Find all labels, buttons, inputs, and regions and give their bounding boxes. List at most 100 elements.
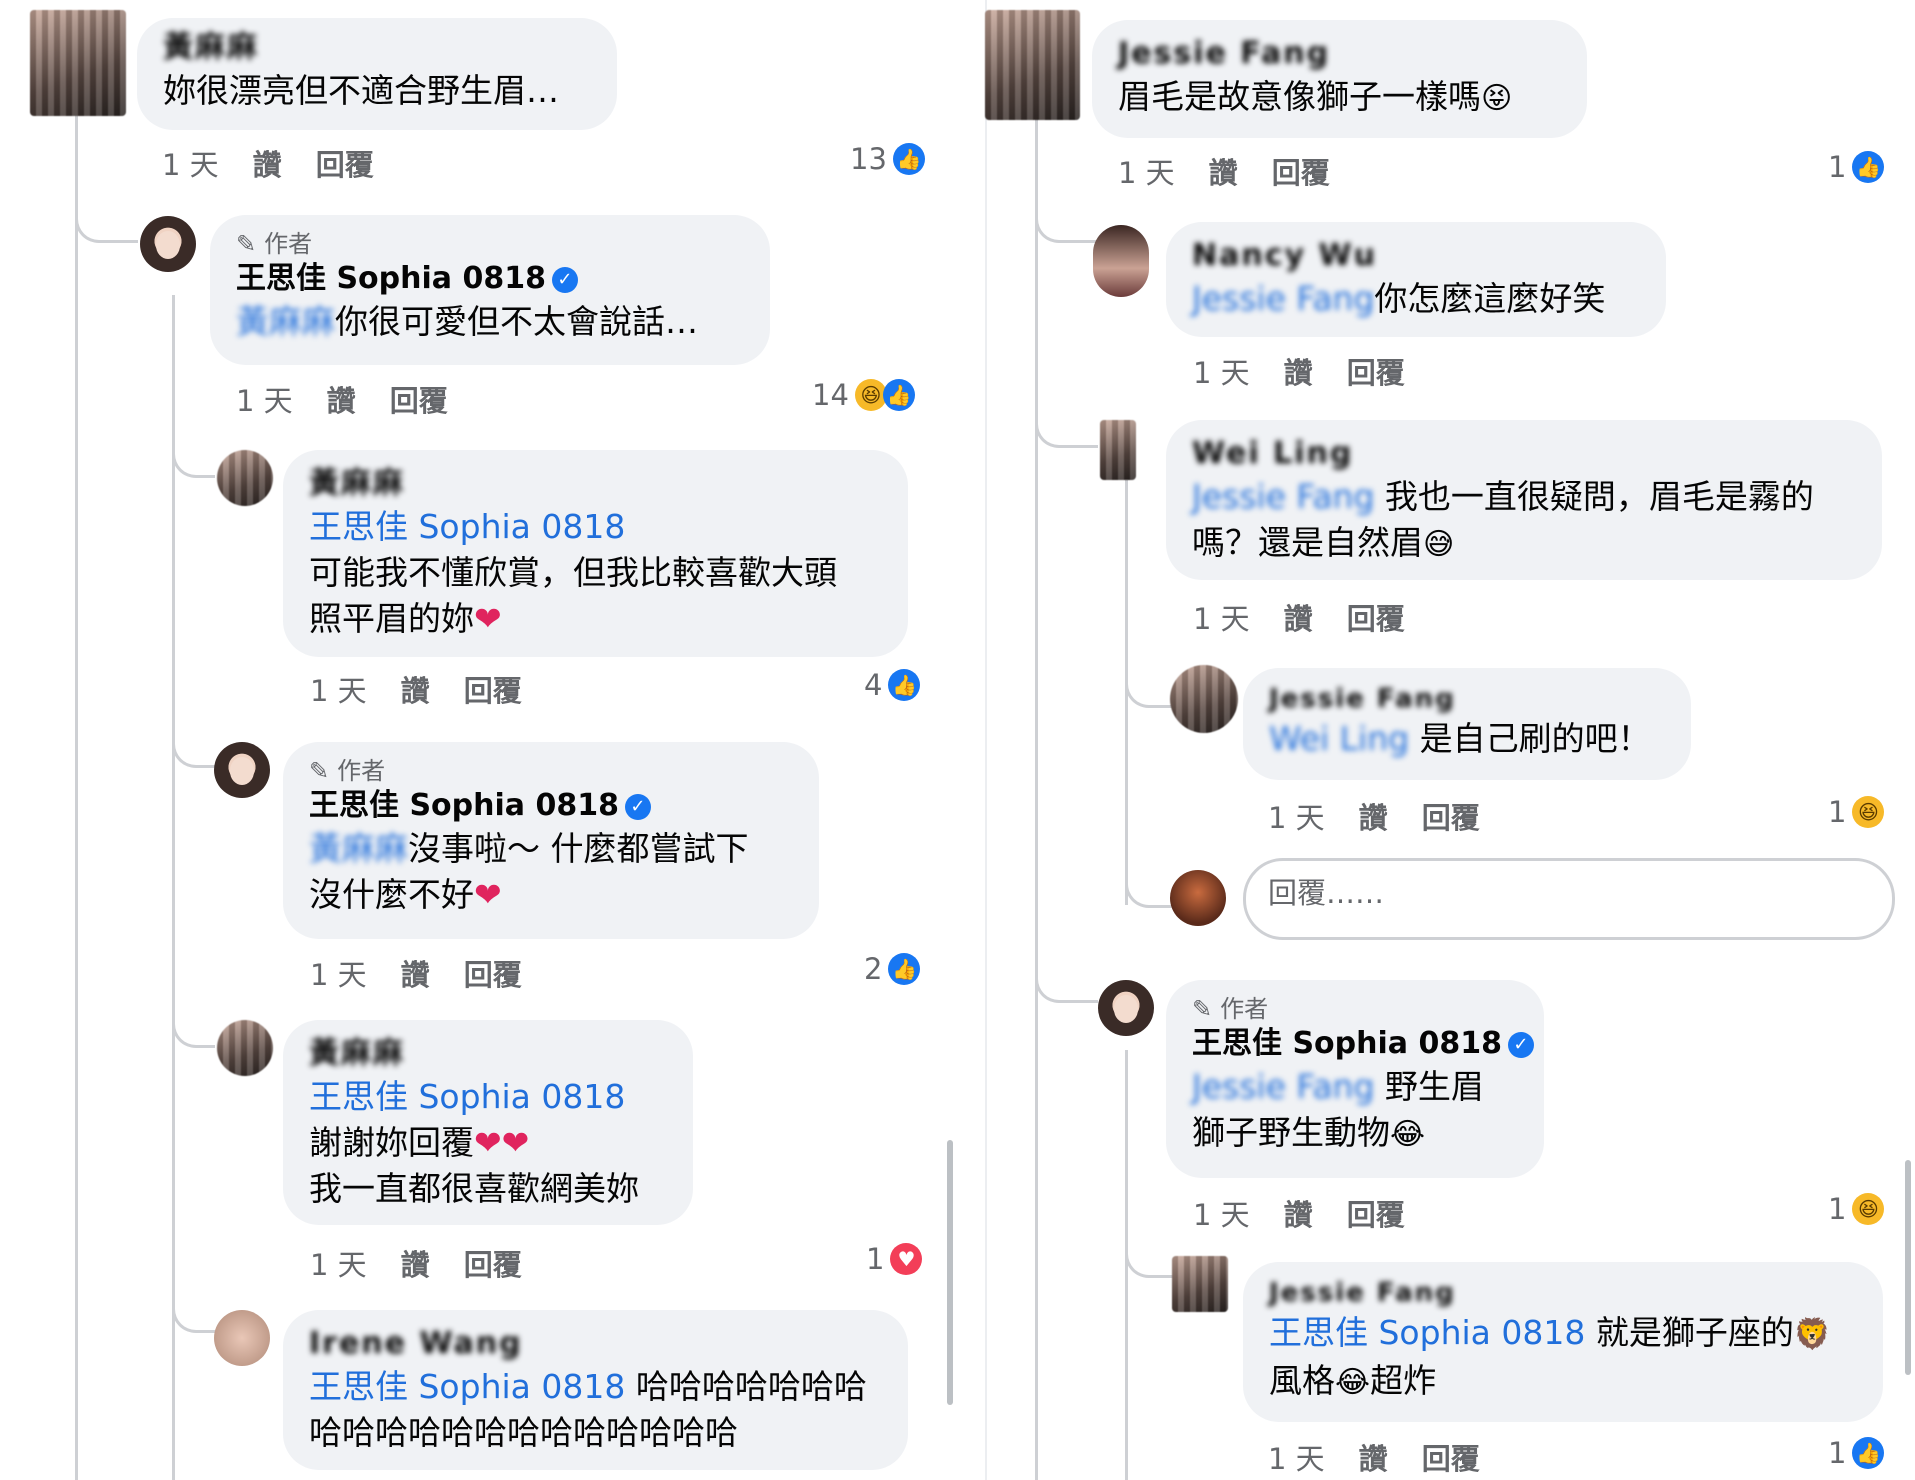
comment-bubble: 黃麻麻 王思佳 Sophia 0818 可能我不懂欣賞，但我比較喜歡大頭 照平眉… — [283, 450, 908, 657]
reply-button[interactable]: 回覆 — [1272, 150, 1330, 192]
comment-bubble: ✎ 作者 王思佳 Sophia 0818 ✓ Jessie Fang 野生眉 獅子野… — [1166, 980, 1544, 1178]
commenter-name[interactable]: 王思佳 Sophia 0818 ✓ — [309, 786, 793, 826]
reply-button[interactable]: 回覆 — [464, 668, 522, 710]
avatar[interactable] — [1100, 420, 1136, 480]
mention-link[interactable]: Jessie Fang — [1192, 477, 1374, 516]
thread-connector — [1035, 940, 1098, 1003]
reply-button[interactable]: 回覆 — [316, 142, 374, 184]
comment-text-line: 沒事啦～ 什麼都嘗試下 — [408, 829, 749, 868]
like-button[interactable]: 讚 — [1284, 350, 1313, 392]
commenter-name[interactable]: Jessie Fang — [1269, 682, 1665, 716]
avatar[interactable] — [1172, 1256, 1228, 1312]
mention-link[interactable]: 王思佳 Sophia 0818 — [309, 1074, 667, 1120]
avatar[interactable] — [1093, 225, 1149, 297]
haha-reaction-icon: 😆 — [1852, 1193, 1885, 1225]
mention-link[interactable]: 黃麻麻 — [236, 302, 335, 341]
reaction-count[interactable]: 1 👍 — [1828, 1436, 1885, 1470]
avatar[interactable] — [1098, 980, 1154, 1036]
laughing-tears-emoji-icon: 😂 — [1390, 1117, 1426, 1152]
commenter-name[interactable]: 王思佳 Sophia 0818 ✓ — [1192, 1024, 1534, 1064]
timestamp[interactable]: 1 天 — [236, 378, 293, 420]
comment-bubble: Irene Wang 王思佳 Sophia 0818 哈哈哈哈哈哈哈 哈哈哈哈哈… — [283, 1310, 908, 1470]
current-user-avatar[interactable] — [1170, 870, 1226, 926]
mention-link[interactable]: Jessie Fang — [1192, 1067, 1374, 1106]
mention-link[interactable]: 王思佳 Sophia 0818 — [1269, 1313, 1585, 1352]
avatar[interactable] — [214, 1310, 270, 1366]
mention-link[interactable]: 王思佳 Sophia 0818 — [309, 1367, 625, 1406]
laughing-tears-emoji-icon: 😂 — [1335, 1365, 1371, 1400]
avatar[interactable] — [1170, 665, 1238, 733]
reply-button[interactable]: 回覆 — [464, 1242, 522, 1284]
timestamp[interactable]: 1 天 — [1268, 795, 1325, 837]
mention-link[interactable]: 黃麻麻 — [309, 829, 408, 868]
commenter-name[interactable]: Irene Wang — [309, 1324, 882, 1364]
reply-button[interactable]: 回覆 — [1347, 1192, 1405, 1234]
like-button[interactable]: 讚 — [1284, 596, 1313, 638]
thread-connector — [172, 420, 215, 478]
like-reaction-icon: 👍 — [882, 379, 915, 411]
avatar[interactable] — [30, 10, 126, 116]
like-button[interactable]: 讚 — [253, 142, 282, 184]
timestamp[interactable]: 1 天 — [1193, 350, 1250, 392]
reaction-count[interactable]: 1 ♥ — [866, 1242, 923, 1276]
timestamp[interactable]: 1 天 — [162, 142, 219, 184]
like-button[interactable]: 讚 — [1359, 1436, 1388, 1478]
reaction-count[interactable]: 14 😆 👍 — [812, 378, 915, 412]
timestamp[interactable]: 1 天 — [310, 1242, 367, 1284]
reply-input-placeholder: 回覆…… — [1268, 876, 1385, 910]
scrollbar[interactable] — [947, 1140, 953, 1405]
like-button[interactable]: 讚 — [1209, 150, 1238, 192]
timestamp[interactable]: 1 天 — [1118, 150, 1175, 192]
comment-text-line: 照平眉的妳 — [309, 599, 474, 638]
mention-link[interactable]: 王思佳 Sophia 0818 — [309, 504, 882, 550]
reaction-count[interactable]: 13 👍 — [850, 142, 925, 176]
scrollbar[interactable] — [1905, 1160, 1911, 1375]
mention-link[interactable]: Jessie Fang — [1192, 279, 1374, 318]
commenter-name[interactable]: 王思佳 Sophia 0818 ✓ — [236, 259, 744, 299]
reaction-count[interactable]: 1 😆 — [1828, 795, 1885, 829]
mention-link[interactable]: Wei Ling — [1269, 719, 1409, 758]
like-reaction-icon: 👍 — [888, 953, 921, 985]
comment-text-line: 超炸 — [1370, 1361, 1437, 1400]
commenter-name[interactable]: 黃麻麻 — [309, 1034, 667, 1074]
commenter-name[interactable]: 黃麻麻 — [309, 464, 882, 504]
reply-button[interactable]: 回覆 — [390, 378, 448, 420]
timestamp[interactable]: 1 天 — [310, 952, 367, 994]
comment-text-line: 哈哈哈哈哈哈哈 — [635, 1367, 867, 1406]
reaction-count[interactable]: 4 👍 — [864, 668, 921, 702]
like-button[interactable]: 讚 — [1359, 795, 1388, 837]
timestamp[interactable]: 1 天 — [1193, 596, 1250, 638]
avatar[interactable] — [217, 450, 273, 506]
avatar[interactable] — [214, 742, 270, 798]
timestamp[interactable]: 1 天 — [1268, 1436, 1325, 1478]
reply-button[interactable]: 回覆 — [1422, 1436, 1480, 1478]
commenter-name[interactable]: Jessie Fang — [1269, 1276, 1857, 1310]
reply-input[interactable]: 回覆…… — [1243, 858, 1895, 940]
avatar[interactable] — [985, 10, 1080, 120]
avatar[interactable] — [217, 1020, 273, 1076]
reaction-count[interactable]: 1 👍 — [1828, 150, 1885, 184]
like-button[interactable]: 讚 — [1284, 1192, 1313, 1234]
timestamp[interactable]: 1 天 — [1193, 1192, 1250, 1234]
like-button[interactable]: 讚 — [401, 1242, 430, 1284]
comment-text: 你很可愛但不太會說話… — [335, 302, 698, 341]
reaction-count[interactable]: 1 😆 — [1828, 1192, 1885, 1226]
reply-button[interactable]: 回覆 — [464, 952, 522, 994]
pencil-icon: ✎ — [1192, 995, 1213, 1023]
panel-divider — [985, 0, 987, 1480]
like-button[interactable]: 讚 — [327, 378, 356, 420]
verified-badge-icon: ✓ — [551, 266, 578, 293]
like-button[interactable]: 讚 — [401, 952, 430, 994]
reply-button[interactable]: 回覆 — [1347, 596, 1405, 638]
commenter-name[interactable]: Jessie Fang — [1118, 34, 1561, 74]
timestamp[interactable]: 1 天 — [310, 668, 367, 710]
commenter-name[interactable]: 黃麻麻 — [163, 28, 591, 68]
reply-button[interactable]: 回覆 — [1422, 795, 1480, 837]
avatar[interactable] — [140, 216, 196, 272]
like-button[interactable]: 讚 — [401, 668, 430, 710]
commenter-name[interactable]: Wei Ling — [1192, 434, 1856, 474]
commenter-name[interactable]: Nancy Wu — [1192, 236, 1640, 276]
reply-button[interactable]: 回覆 — [1347, 350, 1405, 392]
reaction-count[interactable]: 2 👍 — [864, 952, 921, 986]
comment-text-line: 野生眉 — [1384, 1067, 1484, 1106]
